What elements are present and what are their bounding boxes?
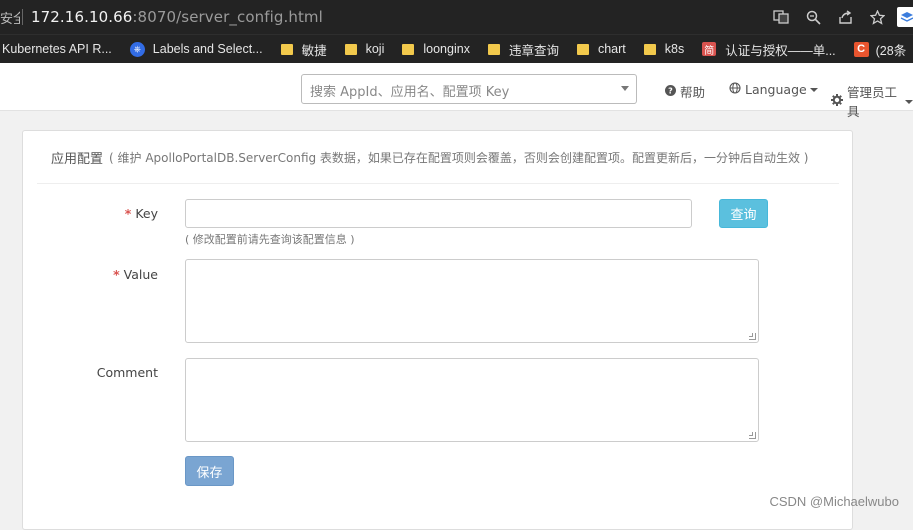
app-navbar: 搜索 AppId、应用名、配置项 Key ? 帮助 Language 管理员工具 [0,63,913,111]
bookmark-label: (28条 [876,40,907,59]
bookmark-label: koji [366,42,385,56]
search-select[interactable]: 搜索 AppId、应用名、配置项 Key [301,74,637,104]
admin-tools-dropdown[interactable]: 管理员工具 [831,82,913,120]
watermark: CSDN @Michaelwubo [769,494,899,509]
bookmark-label: 敏捷 [302,40,327,59]
panel-subtitle: ( 维护 ApolloPortalDB.ServerConfig 表数据，如果已… [109,149,808,166]
globe-icon [729,82,741,97]
help-label: 帮助 [680,82,705,101]
bookmark-folder-loonginx[interactable]: loonginx [402,42,470,56]
bookmark-folder-k8s[interactable]: k8s [644,42,684,56]
folder-icon [644,44,656,55]
folder-icon [345,44,357,55]
svg-text:?: ? [668,86,673,95]
value-textarea[interactable] [185,259,759,343]
folder-icon [281,44,293,55]
search-placeholder: 搜索 AppId、应用名、配置项 Key [310,85,509,100]
url-field[interactable]: 172.16.10.66:8070/server_config.html [31,8,323,26]
required-mark: * [113,267,120,282]
bookmark-label: loonginx [423,42,470,56]
url-path: :8070/server_config.html [132,8,323,26]
bookmark-label: 违章查询 [509,40,559,59]
bookmark-folder-koji[interactable]: koji [345,42,385,56]
help-link[interactable]: ? 帮助 [665,82,705,101]
bookmark-folder-chart[interactable]: chart [577,42,626,56]
extension-icon[interactable] [897,7,913,27]
server-config-panel: 应用配置 ( 维护 ApolloPortalDB.ServerConfig 表数… [22,130,853,530]
bookmark-csdn[interactable]: C (28条 [854,40,907,59]
value-label-text: Value [124,267,158,282]
comment-textarea[interactable] [185,358,759,442]
address-bar-actions [765,0,913,34]
bookmark-label: 认证与授权——单... [725,40,835,59]
bookmark-label: chart [598,42,626,56]
folder-icon [577,44,589,55]
value-label: * Value [78,267,158,282]
bookmark-label: k8s [665,42,684,56]
address-separator [22,9,23,25]
panel-heading: 应用配置 ( 维护 ApolloPortalDB.ServerConfig 表数… [37,131,839,184]
bookmark-labels-selectors[interactable]: ⎈ Labels and Select... [130,42,263,57]
query-button[interactable]: 查询 [719,199,768,228]
language-dropdown[interactable]: Language [729,82,818,97]
security-indicator[interactable]: 安全 [0,8,20,27]
translate-icon[interactable] [765,0,797,34]
key-hint: ( 修改配置前请先查询该配置信息 ) [185,231,355,247]
caret-down-icon [810,88,818,92]
resize-handle[interactable] [749,432,756,439]
bookmark-folder-violation[interactable]: 违章查询 [488,40,559,59]
key-input[interactable] [185,199,692,228]
folder-icon [402,44,414,55]
zoom-icon[interactable] [797,0,829,34]
url-host: 172.16.10.66 [31,8,132,26]
folder-icon [488,44,500,55]
gear-icon [831,94,843,109]
bookmark-label: Kubernetes API R... [2,42,112,56]
bookmark-label: Labels and Select... [153,42,263,56]
admin-tools-label: 管理员工具 [847,82,902,120]
caret-down-icon [905,100,913,104]
browser-address-bar: 安全 172.16.10.66:8070/server_config.html [0,0,913,34]
save-button[interactable]: 保存 [185,456,234,486]
bookmarks-bar: Kubernetes API R... ⎈ Labels and Select..… [0,34,913,63]
question-circle-icon: ? [665,85,676,99]
language-label: Language [745,82,807,97]
share-icon[interactable] [829,0,861,34]
csdn-icon: C [854,42,869,57]
bookmark-auth[interactable]: 简认证与授权——单... [702,40,835,59]
kubernetes-icon: ⎈ [130,42,145,57]
resize-handle[interactable] [749,333,756,340]
comment-label: Comment [78,365,158,380]
key-label-text: Key [135,206,158,221]
bookmark-star-icon[interactable] [861,0,893,34]
jianshu-icon: 简 [702,42,716,56]
panel-title: 应用配置 [51,148,103,167]
key-label: *Key [78,206,158,221]
bookmark-folder-agile[interactable]: 敏捷 [281,40,327,59]
bookmark-kubernetes-api[interactable]: Kubernetes API R... [2,42,112,56]
chevron-down-icon [621,86,629,91]
required-mark: * [125,206,132,221]
